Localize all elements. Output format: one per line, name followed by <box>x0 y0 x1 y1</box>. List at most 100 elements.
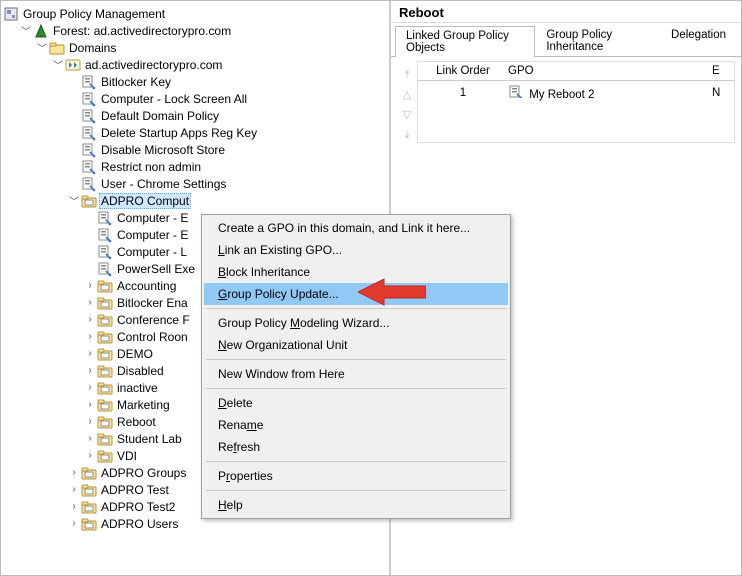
tree-gpo-link[interactable]: Restrict non admin <box>3 158 387 175</box>
ctx-gp-modeling-wizard[interactable]: Group Policy Modeling Wizard... <box>204 312 508 334</box>
move-down-button[interactable]: ▽ <box>399 107 415 123</box>
ctx-properties[interactable]: Properties <box>204 465 508 487</box>
ctx-group-policy-update[interactable]: Group Policy Update... <box>204 283 508 305</box>
gpo-link-icon <box>81 125 97 141</box>
gpo-link-icon <box>508 84 522 98</box>
domain-icon <box>65 57 81 73</box>
gpo-link-icon <box>81 159 97 175</box>
tree-gpo-link[interactable]: Default Domain Policy <box>3 107 387 124</box>
ctx-separator <box>206 490 506 491</box>
expand-toggle[interactable]: › <box>83 348 97 359</box>
ctx-new-window[interactable]: New Window from Here <box>204 363 508 385</box>
expand-toggle[interactable]: › <box>83 382 97 393</box>
tab-delegation[interactable]: Delegation <box>660 25 737 56</box>
gpo-link-icon <box>81 74 97 90</box>
tab-linked-gpo[interactable]: Linked Group Policy Objects <box>395 26 535 57</box>
expand-toggle[interactable]: › <box>67 467 81 478</box>
ctx-delete[interactable]: Delete <box>204 392 508 414</box>
linked-gpo-table: ⤒ △ ▽ ⤓ Link Order GPO E 1 My <box>391 57 741 147</box>
tree-label: Conference F <box>115 313 192 327</box>
tree-ou-adpro-computers[interactable]: ﹀ ADPRO Comput <box>3 192 387 209</box>
tab-inheritance[interactable]: Group Policy Inheritance <box>535 25 660 56</box>
expand-toggle[interactable]: › <box>83 314 97 325</box>
gpo-link-icon <box>97 210 113 226</box>
table-row[interactable]: 1 My Reboot 2 N <box>418 81 734 104</box>
gpo-link-icon <box>81 91 97 107</box>
gpo-link-icon <box>81 176 97 192</box>
ctx-help[interactable]: Help <box>204 494 508 516</box>
expand-toggle[interactable]: › <box>83 365 97 376</box>
expand-toggle[interactable]: › <box>67 501 81 512</box>
tree-gpo-link[interactable]: Bitlocker Key <box>3 73 387 90</box>
tree-label: Control Roon <box>115 330 190 344</box>
expand-toggle[interactable]: › <box>67 484 81 495</box>
tree-domains[interactable]: ﹀ Domains <box>3 39 387 56</box>
col-gpo[interactable]: GPO <box>508 65 712 77</box>
ctx-link-existing-gpo[interactable]: Link an Existing GPO... <box>204 239 508 261</box>
tree-label: ADPRO Test <box>99 483 171 497</box>
tree-label: Default Domain Policy <box>99 109 221 123</box>
expand-toggle[interactable]: › <box>67 518 81 529</box>
ou-icon <box>97 329 113 345</box>
tree-gpo-link[interactable]: User - Chrome Settings <box>3 175 387 192</box>
expand-toggle[interactable]: › <box>83 297 97 308</box>
details-tabs: Linked Group Policy Objects Group Policy… <box>391 25 741 57</box>
tree-label: Accounting <box>115 279 178 293</box>
ou-icon <box>97 380 113 396</box>
tree-label: ADPRO Groups <box>99 466 188 480</box>
ou-icon <box>97 363 113 379</box>
expand-toggle[interactable]: › <box>83 433 97 444</box>
ctx-new-ou[interactable]: New Organizational Unit <box>204 334 508 356</box>
ou-icon <box>97 448 113 464</box>
tree-gpo-link[interactable]: Delete Startup Apps Reg Key <box>3 124 387 141</box>
ou-icon <box>97 397 113 413</box>
expand-toggle[interactable]: › <box>83 450 97 461</box>
expand-toggle[interactable]: › <box>83 416 97 427</box>
tree-label: Group Policy Management <box>21 7 167 21</box>
tree-forest[interactable]: ﹀ Forest: ad.activedirectorypro.com <box>3 22 387 39</box>
col-enforced[interactable]: E <box>712 65 734 77</box>
gpo-link-icon <box>81 108 97 124</box>
ctx-rename[interactable]: Rename <box>204 414 508 436</box>
move-bottom-button[interactable]: ⤓ <box>399 127 415 143</box>
tree-label: Computer - E <box>115 211 190 225</box>
col-link-order[interactable]: Link Order <box>418 65 508 77</box>
ou-icon <box>97 312 113 328</box>
ou-icon <box>81 516 97 532</box>
move-up-button[interactable]: △ <box>399 87 415 103</box>
tree-label: Forest: ad.activedirectorypro.com <box>51 24 233 38</box>
tree-label: Bitlocker Key <box>99 75 173 89</box>
tree-label: Reboot <box>115 415 158 429</box>
ctx-block-inheritance[interactable]: Block Inheritance <box>204 261 508 283</box>
annotation-arrow-icon <box>358 277 426 307</box>
tree-domain[interactable]: ﹀ ad.activedirectorypro.com <box>3 56 387 73</box>
ctx-refresh[interactable]: Refresh <box>204 436 508 458</box>
ctx-create-gpo[interactable]: Create a GPO in this domain, and Link it… <box>204 217 508 239</box>
forest-icon <box>33 23 49 39</box>
ctx-separator <box>206 461 506 462</box>
tree-label: Bitlocker Ena <box>115 296 190 310</box>
cell-gpo-label: My Reboot 2 <box>529 89 594 101</box>
tree-label: Student Lab <box>115 432 184 446</box>
tree-label: User - Chrome Settings <box>99 177 228 191</box>
ctx-separator <box>206 359 506 360</box>
tree-label: inactive <box>115 381 160 395</box>
move-top-button[interactable]: ⤒ <box>399 67 415 83</box>
expand-toggle[interactable]: ﹀ <box>19 23 33 38</box>
folder-icon <box>49 40 65 56</box>
tree-root-gpmc[interactable]: Group Policy Management <box>3 5 387 22</box>
expand-toggle[interactable]: ﹀ <box>67 193 81 208</box>
gpo-link-icon <box>97 244 113 260</box>
expand-toggle[interactable]: › <box>83 399 97 410</box>
expand-toggle[interactable]: ﹀ <box>51 57 65 72</box>
ou-icon <box>97 414 113 430</box>
expand-toggle[interactable]: ﹀ <box>35 40 49 55</box>
tree-gpo-link[interactable]: Computer - Lock Screen All <box>3 90 387 107</box>
expand-toggle[interactable]: › <box>83 280 97 291</box>
cell-enforced: N <box>712 87 734 99</box>
tree-gpo-link[interactable]: Disable Microsoft Store <box>3 141 387 158</box>
expand-toggle[interactable]: › <box>83 331 97 342</box>
tree-label-selected: ADPRO Comput <box>99 193 191 209</box>
ou-icon <box>81 482 97 498</box>
tree-label: Domains <box>67 41 118 55</box>
